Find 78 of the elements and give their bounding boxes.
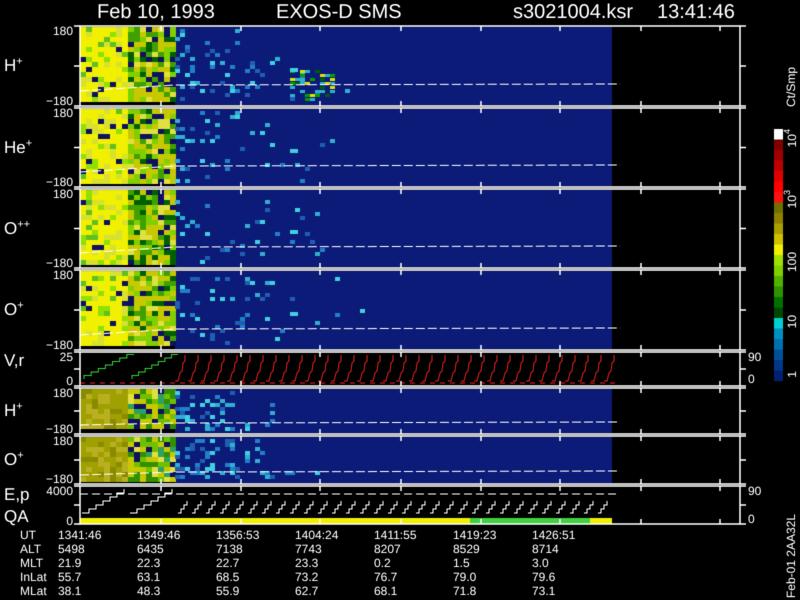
panel-label: He$^{+}$ xyxy=(4,138,32,158)
table-cell: 38.1 xyxy=(58,584,82,598)
table-cell: 62.7 xyxy=(295,584,318,598)
table-cell: 55.9 xyxy=(216,584,240,598)
table-cell: 55.7 xyxy=(58,570,82,584)
row-label: InLat xyxy=(20,570,47,584)
table-cell: 1419:23 xyxy=(453,528,496,542)
table-cell: 48.3 xyxy=(137,584,160,598)
row-label: ALT xyxy=(20,542,42,556)
table-cell: 1341:46 xyxy=(58,528,102,542)
table-cell: 8207 xyxy=(374,542,401,556)
axis-tick-label: 180 xyxy=(52,269,73,281)
axis-tick-label: 4000 xyxy=(46,485,73,497)
plot-title: EXOS-D SMS xyxy=(276,0,402,25)
color-scale-label: 100 xyxy=(786,252,799,272)
table-cell: 79.0 xyxy=(453,570,476,584)
axis-tick-label: 180 xyxy=(52,387,73,399)
axis-tick-label: 0 xyxy=(748,373,755,385)
table-cell: 8529 xyxy=(453,542,480,556)
axis-tick-label: 180 xyxy=(52,25,73,37)
table-cell: 68.5 xyxy=(216,570,240,584)
axis-tick-label: −180 xyxy=(46,257,73,269)
table-cell: 5498 xyxy=(58,542,85,556)
panel-label: O$^{+}$ xyxy=(4,300,24,320)
table-cell: 3.0 xyxy=(532,556,549,570)
axis-tick-label: −180 xyxy=(46,95,73,107)
axis-tick-label: 180 xyxy=(52,188,73,200)
row-label: MLT xyxy=(20,556,44,570)
row-label: MLat xyxy=(20,584,47,598)
axis-tick-label: 180 xyxy=(52,435,73,447)
table-cell: 22.7 xyxy=(216,556,240,570)
file-name: s3021004.ksr xyxy=(513,0,634,25)
axis-tick-label: 0 xyxy=(66,375,73,387)
axis-tick-label: −180 xyxy=(46,339,73,351)
axis-tick-label: 180 xyxy=(52,107,73,119)
table-cell: 1404:24 xyxy=(295,528,338,542)
panel-label: H$^{+}$ xyxy=(4,401,23,421)
table-cell: 1426:51 xyxy=(532,528,576,542)
table-cell: 21.9 xyxy=(58,556,82,570)
table-cell: 1349:46 xyxy=(137,528,180,542)
table-cell: 76.7 xyxy=(374,570,398,584)
table-cell: 7743 xyxy=(295,542,322,556)
color-scale-label: 10 xyxy=(786,314,799,328)
axis-tick-label: 90 xyxy=(748,485,762,497)
panel-label: O$^{+}$ xyxy=(4,450,24,470)
table-cell: 1.5 xyxy=(453,556,470,570)
panel-label: QA xyxy=(4,507,29,527)
table-cell: 23.3 xyxy=(295,556,318,570)
axis-tick-label: −180 xyxy=(46,176,73,188)
table-cell: 7138 xyxy=(216,542,243,556)
table-cell: 1411:55 xyxy=(374,528,416,542)
color-scale-label: 1 xyxy=(786,371,799,378)
table-cell: 73.2 xyxy=(295,570,318,584)
panel-label: V,r xyxy=(4,351,24,371)
footer-label: Feb-01 2AA32L xyxy=(785,514,798,598)
table-cell: 6435 xyxy=(137,542,164,556)
axis-tick-label: −180 xyxy=(46,473,73,485)
axis-tick-label: −180 xyxy=(46,423,73,435)
table-cell: 71.8 xyxy=(453,584,476,598)
date-label: Feb 10, 1993 xyxy=(97,0,215,25)
table-cell: 68.1 xyxy=(374,584,398,598)
table-cell: 79.6 xyxy=(532,570,556,584)
color-scale-unit: Ct/Smp xyxy=(785,67,798,108)
table-cell: 0.2 xyxy=(374,556,391,570)
table-cell: 1356:53 xyxy=(216,528,260,542)
table-cell: 63.1 xyxy=(137,570,160,584)
panel-label: H$^{+}$ xyxy=(4,56,23,76)
table-cell: 8714 xyxy=(532,542,559,556)
time-label: 13:41:46 xyxy=(657,0,735,25)
panel-label: E,p xyxy=(4,485,30,505)
axis-tick-label: 0 xyxy=(66,515,73,527)
row-label: UT xyxy=(20,528,36,542)
table-cell: 22.3 xyxy=(137,556,160,570)
table-cell: 73.1 xyxy=(532,584,556,598)
axis-tick-label: 25 xyxy=(60,351,73,363)
axis-tick-label: 90 xyxy=(748,351,762,363)
panel-label: O$^{++}$ xyxy=(4,218,30,238)
axis-tick-label: 0 xyxy=(748,513,755,525)
